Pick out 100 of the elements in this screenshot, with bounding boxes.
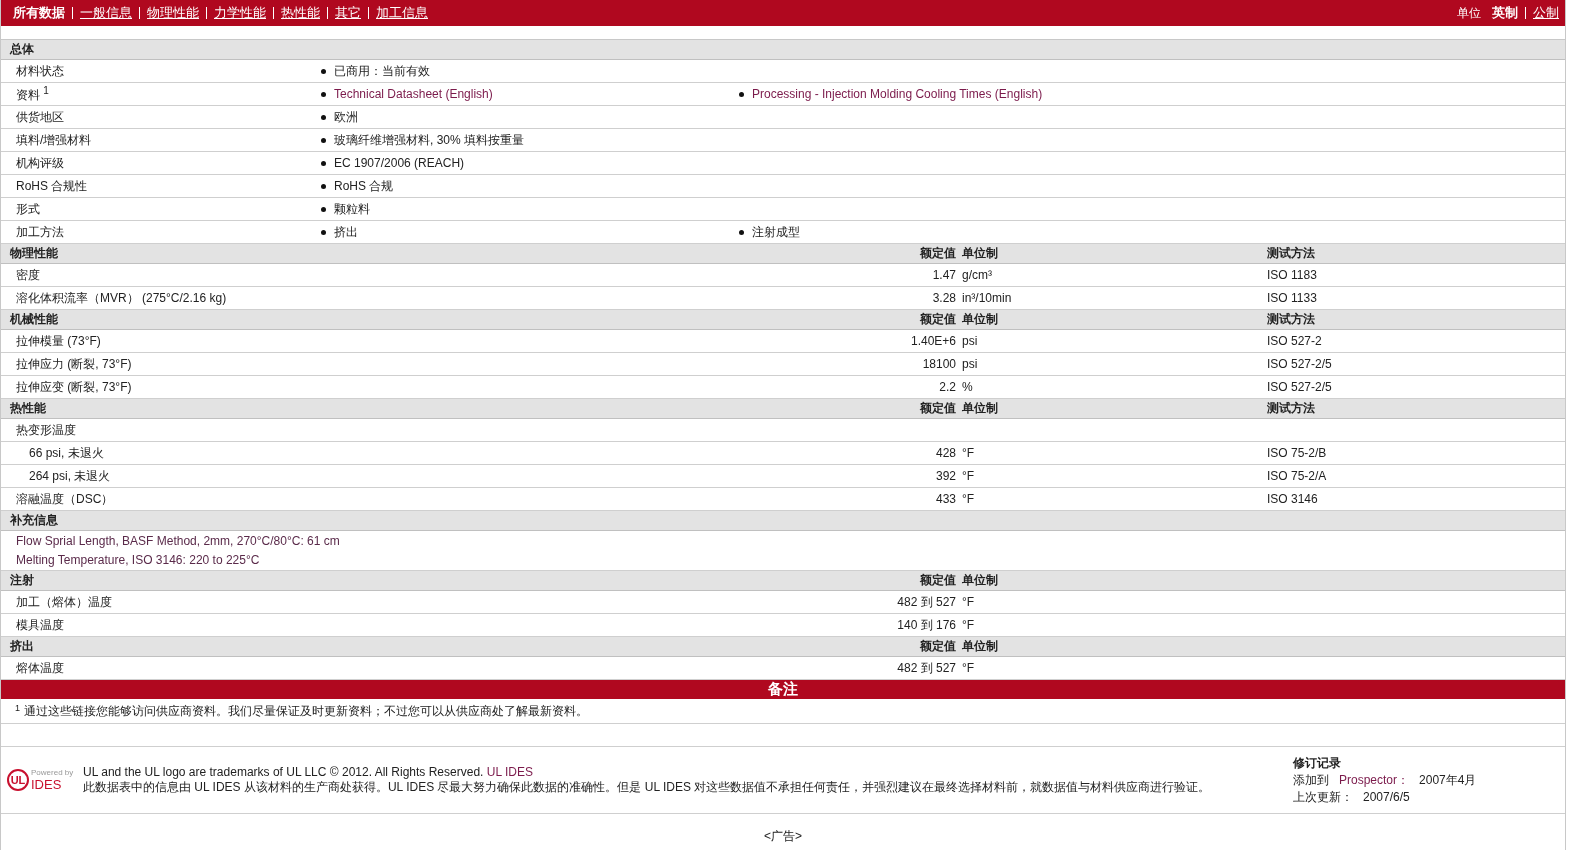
property-value: 140 到 176 [897,617,956,632]
section-title: 物理性能 [10,245,59,262]
unit-text: °F [962,469,975,483]
row-label: 机构评级 [16,154,65,172]
row-value: 玻璃纤维增强材料, 30% 填料按重量 [334,131,525,149]
unit-text: °F [962,595,975,609]
test-method: ISO 75-2/A [1267,469,1327,483]
row-value: 挤出 [334,223,358,241]
revision-date: 2007年4月 [1419,771,1477,789]
row-label: 填料/增强材料 [16,131,93,149]
column-header: 测试方法 [1267,400,1316,417]
nav-tab[interactable]: 力学性能 [214,4,266,22]
unit-text: psi [962,334,978,348]
ul-logo-mark: UL [7,769,29,791]
logo-caption: Powered by [31,768,74,777]
trademark-text: UL and the UL logo are trademarks of UL LLC © 2012. All Rights Reserved. [83,765,484,779]
property-value: 428 [935,446,956,460]
ides-link[interactable]: UL IDES [486,765,533,779]
property-name: 溶融温度（DSC） [16,490,115,508]
property-name: 66 psi, 未退火 [28,444,105,462]
row-value: 注射成型 [752,223,800,241]
row-label: 加工方法 [16,223,65,241]
document-link[interactable]: Processing - Injection Molding Cooling Times (English) [752,87,1043,101]
column-header: 单位制 [961,572,999,589]
test-method: ISO 527-2 [1267,334,1322,348]
nav-tab[interactable]: 其它 [335,4,361,22]
revision-title: 修订记录 [1293,754,1342,772]
test-method: ISO 3146 [1267,492,1318,506]
property-name: 拉伸模量 (73°F) [16,332,102,350]
property-name: 拉伸应力 (断裂, 73°F) [16,355,133,373]
column-header: 单位制 [961,638,999,655]
unit-text: °F [962,618,975,632]
bullet-icon [739,91,744,97]
revision-date: 2007/6/5 [1363,788,1410,806]
nav-tab[interactable]: 所有数据 [13,4,65,22]
row-label: 材料状态 [16,62,65,80]
row-value: 已商用：当前有效 [334,62,430,80]
property-value: 433 [935,492,956,506]
bullet-icon [321,91,326,97]
section-title: 总体 [10,41,34,58]
row-value: RoHS 合规 [334,177,394,195]
section-title: 补充信息 [10,512,58,529]
column-header: 额定值 [919,638,956,655]
property-name: 密度 [16,266,41,284]
nav-tab[interactable]: 热性能 [281,4,320,22]
test-method: ISO 1133 [1267,291,1317,305]
unit-text: psi [962,357,978,371]
document-link[interactable]: Technical Datasheet (English) [334,87,493,101]
unit-option[interactable]: 英制 [1492,4,1518,22]
disclaimer-text: 此数据表中的信息由 UL IDES 从该材料的生产商处获得。UL IDES 尽最大努力确保此数据的准确性。但是 UL IDES 对这些数据值不承担任何责任，并强烈建议在最终选择材料前，就数据值与材料供应商进行验证。 [83,780,1212,795]
property-value: 1.40E+6 [910,334,956,348]
property-value: 482 到 527 [897,594,956,609]
note-text: Flow Sprial Length, BASF Method, 2mm, 270°C/80°C: 61 cm [16,534,341,548]
column-header: 单位制 [961,400,999,417]
bullet-icon [321,183,326,189]
bullet-icon [321,160,326,166]
section-title: 机械性能 [10,311,59,328]
property-name: 加工（熔体）温度 [16,593,113,611]
logo-name: IDES [31,777,63,792]
nav-tab[interactable]: 一般信息 [80,4,132,22]
footnote-text: 通过这些链接您能够访问供应商资料。我们尽量保证及时更新资料；不过您可以从供应商处了解最新资料。 [24,702,588,720]
property-value: 3.28 [932,291,956,305]
section-title: 挤出 [10,638,35,655]
property-name: 模具温度 [16,616,65,634]
property-value: 392 [935,469,956,483]
unit-text: % [962,380,973,394]
nav-tab[interactable]: 加工信息 [376,4,428,22]
property-value: 18100 [922,357,956,371]
ad-label: <广告> [764,827,802,845]
bullet-icon [321,114,326,120]
row-label: 形式 [16,200,41,218]
property-name: 热变形温度 [16,421,77,439]
test-method: ISO 527-2/5 [1267,357,1332,371]
unit-text: g/cm³ [962,268,992,282]
property-name: 拉伸应变 (断裂, 73°F) [16,378,133,396]
bullet-icon [739,229,744,235]
column-header: 额定值 [919,400,956,417]
row-value: 欧洲 [334,108,358,126]
column-header: 测试方法 [1267,311,1316,328]
property-value: 482 到 527 [897,660,956,675]
unit-option[interactable]: 公制 [1533,4,1559,22]
row-value: EC 1907/2006 (REACH) [334,156,465,170]
bullet-icon [321,206,326,212]
test-method: ISO 527-2/5 [1267,380,1332,394]
column-header: 额定值 [919,245,956,262]
section-title: 注射 [10,572,35,589]
column-header: 单位制 [961,245,999,262]
property-value: 2.2 [939,380,956,394]
section-title: 热性能 [10,400,47,417]
revision-label: 添加到 [1293,771,1329,789]
revision-label: 上次更新： [1293,788,1353,806]
footnote-mark: 1 [15,703,20,713]
nav-tab[interactable]: 物理性能 [147,4,199,22]
row-label: RoHS 合规性 [16,177,89,195]
column-header: 额定值 [919,311,956,328]
unit-text: °F [962,492,975,506]
units-label: 单位 [1457,4,1481,22]
note-text: Melting Temperature, ISO 3146: 220 to 225°C [16,553,261,567]
prospector-link[interactable]: Prospector： [1339,771,1410,789]
unit-text: in³/10min [962,291,1012,305]
